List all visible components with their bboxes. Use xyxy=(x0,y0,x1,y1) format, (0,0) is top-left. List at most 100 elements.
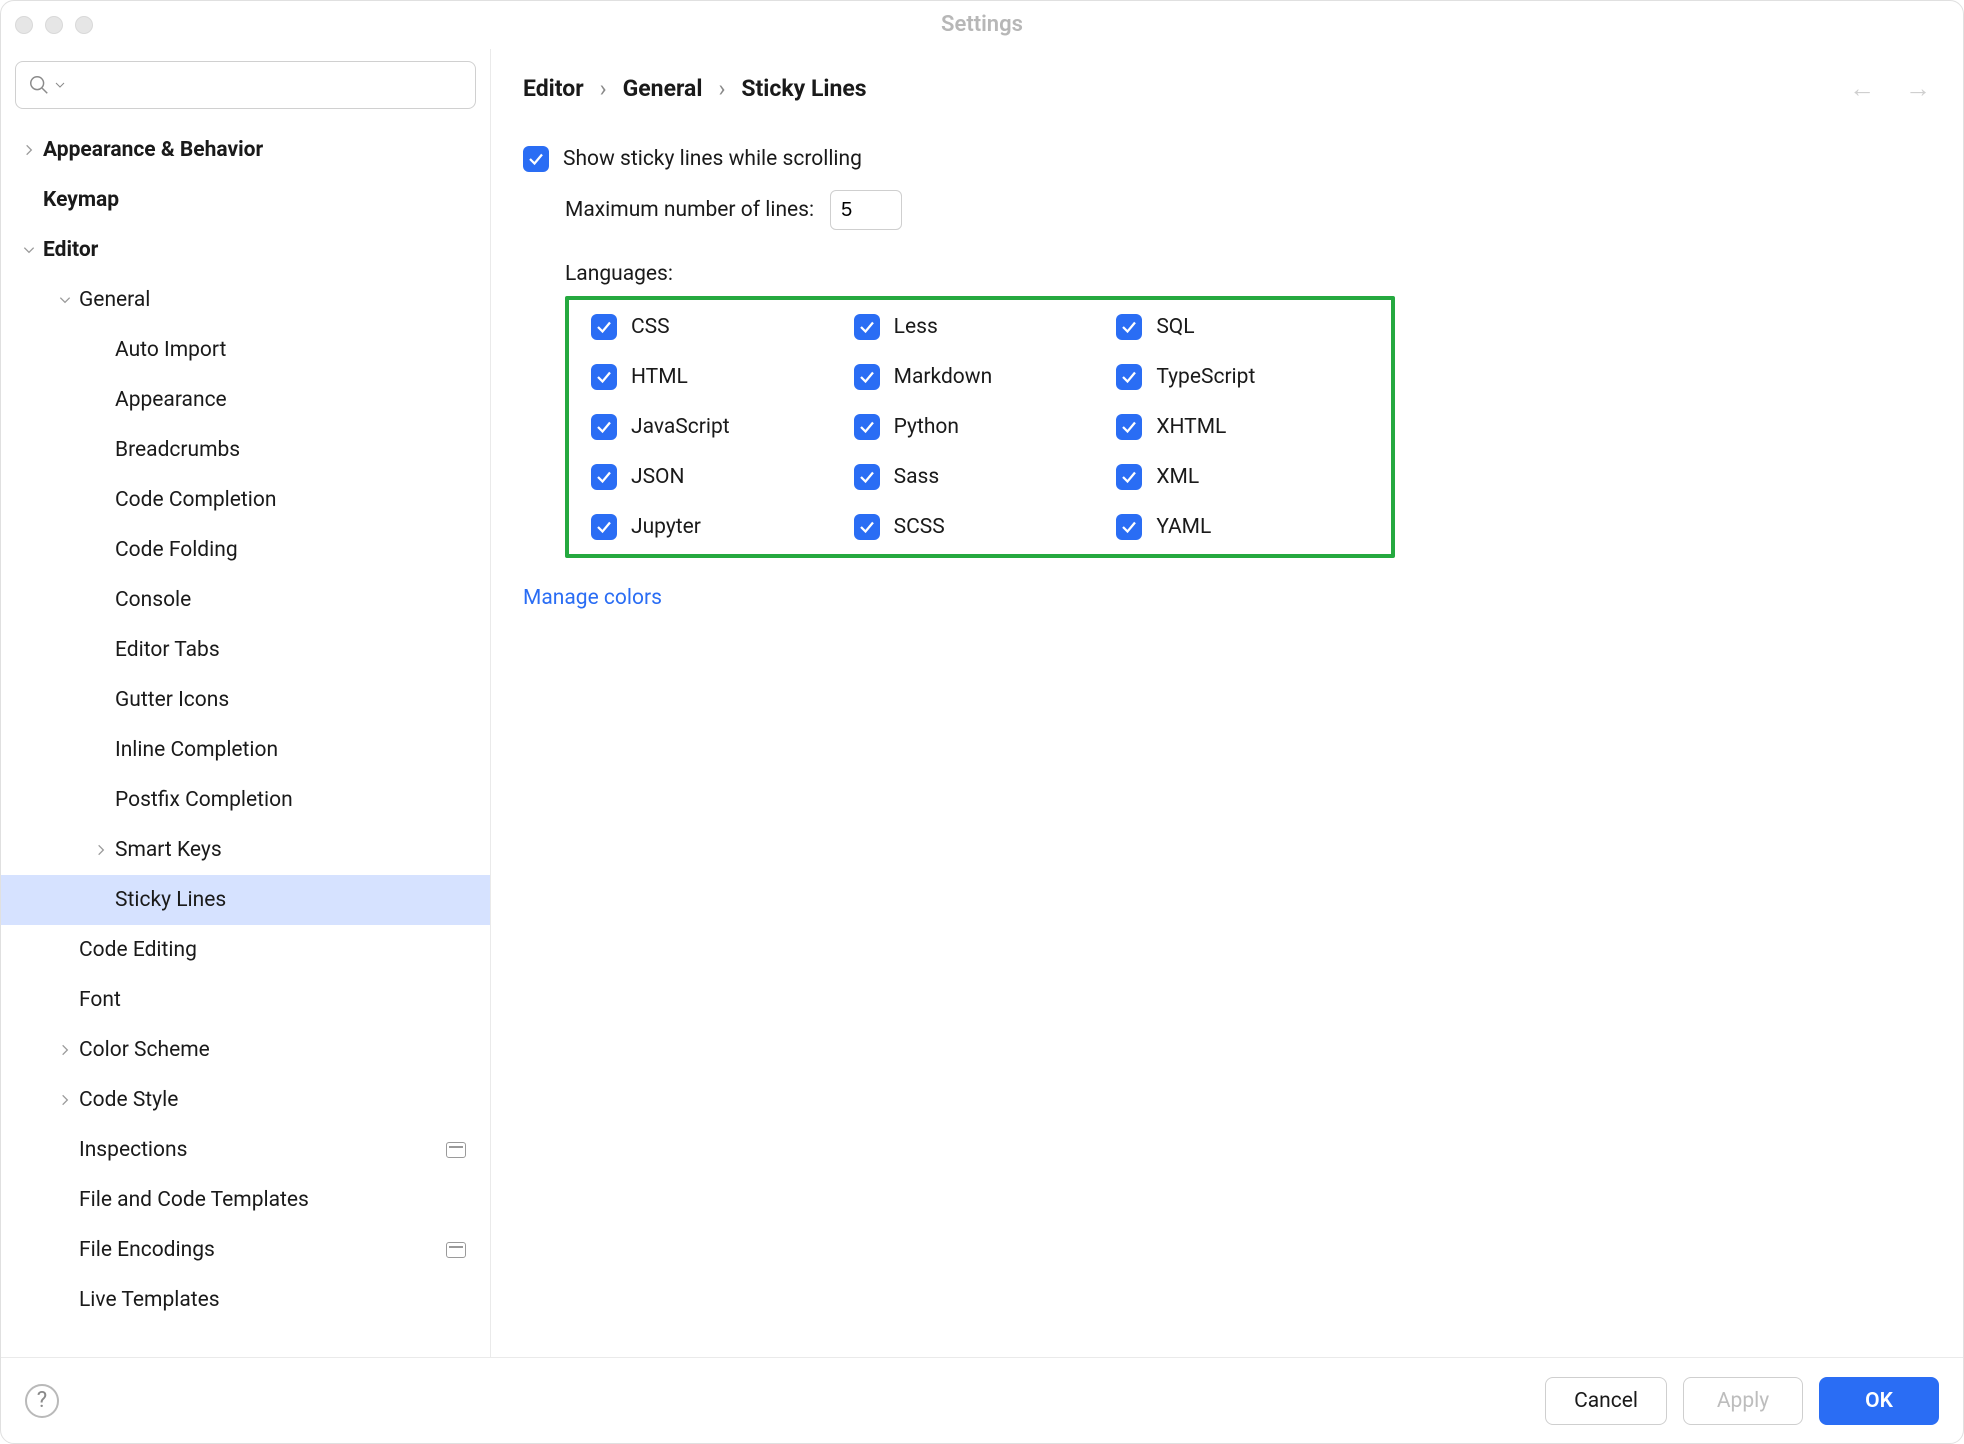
nav-back-button[interactable]: ← xyxy=(1849,73,1875,104)
language-checkbox-sql[interactable]: SQL xyxy=(1116,314,1369,340)
checkbox-icon xyxy=(854,364,880,390)
sidebar-item-smart-keys[interactable]: Smart Keys xyxy=(1,825,490,875)
checkbox-icon xyxy=(854,314,880,340)
sidebar-item-general[interactable]: General xyxy=(1,275,490,325)
language-checkbox-python[interactable]: Python xyxy=(854,414,1107,440)
language-checkbox-typescript[interactable]: TypeScript xyxy=(1116,364,1369,390)
breadcrumb-separator: › xyxy=(714,75,729,102)
ok-button[interactable]: OK xyxy=(1819,1377,1939,1425)
sidebar-item-label: Font xyxy=(79,988,466,1012)
cancel-button[interactable]: Cancel xyxy=(1545,1377,1667,1425)
window-title: Settings xyxy=(1,12,1963,37)
checkbox-icon xyxy=(1116,514,1142,540)
language-label: JavaScript xyxy=(631,415,730,439)
language-checkbox-scss[interactable]: SCSS xyxy=(854,514,1107,540)
sidebar-item-inline-completion[interactable]: Inline Completion xyxy=(1,725,490,775)
checkbox-icon xyxy=(591,464,617,490)
apply-button[interactable]: Apply xyxy=(1683,1377,1803,1425)
language-label: XHTML xyxy=(1156,415,1226,439)
manage-colors-link[interactable]: Manage colors xyxy=(523,586,662,610)
languages-label: Languages: xyxy=(565,262,1931,286)
sidebar-item-file-encodings[interactable]: File Encodings xyxy=(1,1225,490,1275)
language-checkbox-less[interactable]: Less xyxy=(854,314,1107,340)
sidebar-item-postfix-completion[interactable]: Postfix Completion xyxy=(1,775,490,825)
sidebar: Appearance & Behavior Keymap Editor General… xyxy=(1,49,491,1357)
help-button[interactable]: ? xyxy=(25,1384,59,1418)
sidebar-item-breadcrumbs[interactable]: Breadcrumbs xyxy=(1,425,490,475)
language-checkbox-jupyter[interactable]: Jupyter xyxy=(591,514,844,540)
checkbox-icon xyxy=(854,464,880,490)
sidebar-item-inspections[interactable]: Inspections xyxy=(1,1125,490,1175)
sidebar-item-label: General xyxy=(79,288,466,312)
settings-tree: Appearance & Behavior Keymap Editor General… xyxy=(1,119,490,1357)
max-lines-input[interactable] xyxy=(830,190,902,230)
language-checkbox-css[interactable]: CSS xyxy=(591,314,844,340)
checkbox-icon xyxy=(854,514,880,540)
language-label: SQL xyxy=(1156,315,1194,339)
minimize-window-icon[interactable] xyxy=(45,16,63,34)
sidebar-item-editor-tabs[interactable]: Editor Tabs xyxy=(1,625,490,675)
titlebar: Settings xyxy=(1,1,1963,49)
checkbox-icon xyxy=(523,146,549,172)
search-input[interactable] xyxy=(70,74,463,97)
zoom-window-icon[interactable] xyxy=(75,16,93,34)
sidebar-item-font[interactable]: Font xyxy=(1,975,490,1025)
sidebar-item-keymap[interactable]: Keymap xyxy=(1,175,490,225)
sidebar-item-label: Appearance xyxy=(115,388,466,412)
show-sticky-lines-checkbox[interactable]: Show sticky lines while scrolling xyxy=(523,146,1931,172)
nav-forward-button[interactable]: → xyxy=(1905,73,1931,104)
sidebar-item-label: Code Editing xyxy=(79,938,466,962)
sidebar-item-label: Code Folding xyxy=(115,538,466,562)
sidebar-item-live-templates[interactable]: Live Templates xyxy=(1,1275,490,1325)
language-label: JSON xyxy=(631,465,684,489)
sidebar-item-appearance-behavior[interactable]: Appearance & Behavior xyxy=(1,125,490,175)
language-checkbox-markdown[interactable]: Markdown xyxy=(854,364,1107,390)
sidebar-item-code-completion[interactable]: Code Completion xyxy=(1,475,490,525)
checkbox-icon xyxy=(854,414,880,440)
sidebar-item-appearance[interactable]: Appearance xyxy=(1,375,490,425)
sidebar-item-label: Inspections xyxy=(79,1138,446,1162)
language-checkbox-json[interactable]: JSON xyxy=(591,464,844,490)
sidebar-item-color-scheme[interactable]: Color Scheme xyxy=(1,1025,490,1075)
language-label: TypeScript xyxy=(1156,365,1255,389)
language-label: Markdown xyxy=(894,365,993,389)
breadcrumb-item-current: Sticky Lines xyxy=(741,75,866,102)
sidebar-item-auto-import[interactable]: Auto Import xyxy=(1,325,490,375)
chevron-down-icon xyxy=(54,79,66,91)
search-input-container[interactable] xyxy=(15,61,476,109)
sidebar-item-console[interactable]: Console xyxy=(1,575,490,625)
languages-grid: CSS Less SQL HTML Markdown TypeScript JavaScri… xyxy=(565,296,1395,558)
language-label: YAML xyxy=(1156,515,1211,539)
sidebar-item-label: Live Templates xyxy=(79,1288,466,1312)
checkbox-icon xyxy=(1116,414,1142,440)
sidebar-item-label: Code Completion xyxy=(115,488,466,512)
breadcrumb-item-general[interactable]: General xyxy=(623,75,703,102)
language-checkbox-xml[interactable]: XML xyxy=(1116,464,1369,490)
language-checkbox-html[interactable]: HTML xyxy=(591,364,844,390)
language-checkbox-xhtml[interactable]: XHTML xyxy=(1116,414,1369,440)
sidebar-item-label: Editor Tabs xyxy=(115,638,466,662)
sidebar-item-editor[interactable]: Editor xyxy=(1,225,490,275)
breadcrumb-separator: › xyxy=(596,75,611,102)
sidebar-item-code-editing[interactable]: Code Editing xyxy=(1,925,490,975)
close-window-icon[interactable] xyxy=(15,16,33,34)
main-pane: Editor › General › Sticky Lines ← → Show… xyxy=(491,49,1963,1357)
sidebar-item-code-style[interactable]: Code Style xyxy=(1,1075,490,1125)
checkbox-icon xyxy=(1116,464,1142,490)
show-sticky-lines-label: Show sticky lines while scrolling xyxy=(563,147,862,171)
chevron-right-icon xyxy=(51,1043,79,1057)
language-label: HTML xyxy=(631,365,688,389)
language-checkbox-sass[interactable]: Sass xyxy=(854,464,1107,490)
language-checkbox-yaml[interactable]: YAML xyxy=(1116,514,1369,540)
language-checkbox-javascript[interactable]: JavaScript xyxy=(591,414,844,440)
breadcrumb-item-editor[interactable]: Editor xyxy=(523,75,584,102)
sidebar-item-label: Keymap xyxy=(43,188,466,212)
sidebar-item-gutter-icons[interactable]: Gutter Icons xyxy=(1,675,490,725)
sidebar-item-code-folding[interactable]: Code Folding xyxy=(1,525,490,575)
sidebar-item-file-templates[interactable]: File and Code Templates xyxy=(1,1175,490,1225)
chevron-down-icon xyxy=(51,293,79,307)
sidebar-item-label: Auto Import xyxy=(115,338,466,362)
language-label: XML xyxy=(1156,465,1199,489)
sidebar-item-sticky-lines[interactable]: Sticky Lines xyxy=(1,875,490,925)
sidebar-item-label: File Encodings xyxy=(79,1238,446,1262)
